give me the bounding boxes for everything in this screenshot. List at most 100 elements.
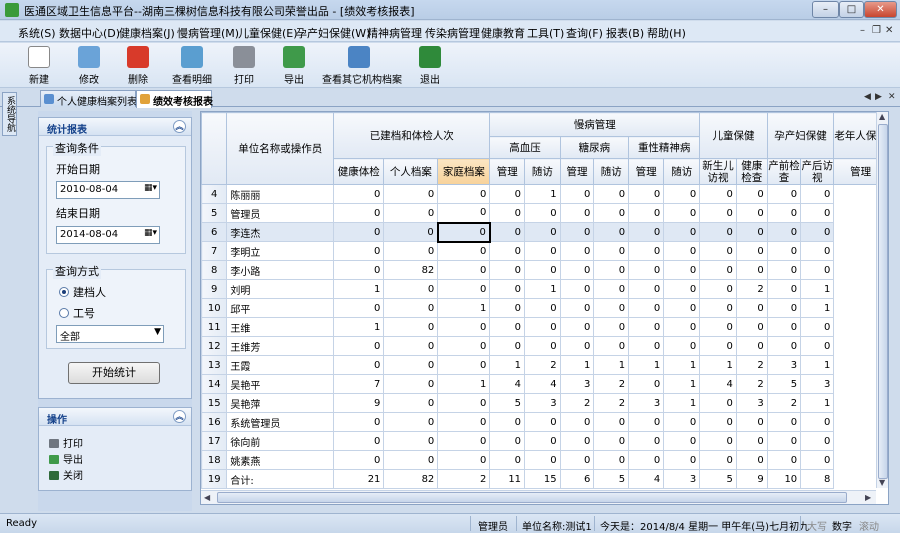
value-cell[interactable]: 0 [628,260,665,280]
header-hypertension[interactable]: 高血压 [489,136,561,159]
value-cell[interactable]: 0 [333,450,385,470]
op-print[interactable]: 打印 [49,435,83,450]
menu-health-records[interactable]: 健康档案(J) [119,25,175,41]
value-cell[interactable]: 0 [383,336,439,356]
header-child-health-check[interactable]: 健康检查 [735,158,768,185]
menu-mental-illness[interactable]: 精神病管理 [367,25,422,41]
table-row[interactable]: 7 李明立 0 0 0 0 0 0 0 0 0 0 0 0 0 [201,241,888,261]
operator-name-cell[interactable]: 吴艳平 [226,374,335,394]
value-cell[interactable]: 0 [800,222,835,242]
value-cell[interactable]: 0 [383,412,439,432]
table-row[interactable]: 4 陈丽丽 0 0 0 0 1 0 0 0 0 0 0 0 0 [201,184,888,204]
delete-button[interactable]: 删除 [125,46,151,86]
value-cell[interactable]: 0 [800,317,835,337]
value-cell[interactable]: 0 [593,317,630,337]
value-cell[interactable]: 0 [593,336,630,356]
value-cell[interactable]: 0 [437,203,491,223]
value-cell[interactable]: 0 [437,336,491,356]
value-cell[interactable]: 0 [383,355,439,375]
scroll-up-icon[interactable]: ▲ [879,112,885,121]
value-cell[interactable]: 0 [628,450,665,470]
value-cell[interactable]: 2 [735,355,768,375]
value-cell[interactable]: 0 [524,450,561,470]
value-cell[interactable]: 0 [699,260,737,280]
value-cell[interactable]: 0 [663,203,701,223]
table-row[interactable]: 9 刘明 1 0 0 0 1 0 0 0 0 0 2 0 1 [201,279,888,299]
value-cell[interactable]: 1 [663,355,701,375]
minimize-button[interactable]: – [812,1,839,18]
value-cell[interactable]: 0 [628,298,665,318]
table-row[interactable]: 14 吴艳平 7 0 1 4 4 3 2 0 1 4 2 5 3 [201,374,888,394]
value-cell[interactable]: 0 [436,221,491,243]
value-cell[interactable]: 0 [628,222,665,242]
value-cell[interactable]: 0 [663,336,701,356]
value-cell[interactable]: 0 [524,431,561,451]
value-cell[interactable]: 0 [766,298,802,318]
end-date-picker[interactable]: 2014-08-04 ▦▾ [56,226,160,244]
value-cell[interactable]: 0 [524,260,561,280]
value-cell[interactable]: 0 [383,222,439,242]
value-cell[interactable]: 0 [663,184,701,204]
value-cell[interactable]: 0 [593,222,630,242]
menu-data-center[interactable]: 数据中心(D) [59,25,120,41]
menu-query[interactable]: 查询(F) [566,25,603,41]
header-psy-management[interactable]: 管理 [628,158,665,185]
value-cell[interactable]: 4 [628,469,665,489]
value-cell[interactable]: 0 [663,279,701,299]
value-cell[interactable]: 3 [663,469,701,489]
value-cell[interactable]: 0 [524,241,561,261]
value-cell[interactable]: 0 [800,431,835,451]
value-cell[interactable]: 0 [333,203,385,223]
header-dm-followup[interactable]: 随访 [593,158,630,185]
value-cell[interactable]: 0 [333,260,385,280]
row-number[interactable]: 10 [201,298,228,318]
table-row[interactable]: 15 吴艳萍 9 0 0 5 3 2 2 3 1 0 3 2 1 [201,393,888,413]
operator-name-cell[interactable]: 王维芳 [226,336,335,356]
radio-staff-number[interactable]: 工号 [59,305,95,321]
value-cell[interactable]: 0 [437,412,491,432]
value-cell[interactable]: 0 [559,336,595,356]
value-cell[interactable]: 0 [559,222,595,242]
value-cell[interactable]: 0 [593,412,630,432]
value-cell[interactable]: 0 [559,431,595,451]
value-cell[interactable]: 0 [559,279,595,299]
value-cell[interactable]: 0 [383,450,439,470]
value-cell[interactable]: 11 [489,469,526,489]
menu-health-education[interactable]: 健康教育 [481,25,525,41]
edit-button[interactable]: 修改 [76,46,102,86]
collapse-icon[interactable]: ︽ [173,120,186,133]
header-personal-records[interactable]: 个人档案 [383,158,439,185]
value-cell[interactable]: 0 [489,431,526,451]
value-cell[interactable]: 0 [663,431,701,451]
value-cell[interactable]: 0 [735,317,768,337]
value-cell[interactable]: 0 [766,317,802,337]
value-cell[interactable]: 0 [628,203,665,223]
menu-chronic-disease[interactable]: 慢病管理(M) [177,25,239,41]
value-cell[interactable]: 0 [333,241,385,261]
value-cell[interactable]: 0 [489,336,526,356]
value-cell[interactable]: 0 [333,412,385,432]
operator-name-cell[interactable]: 吴艳萍 [226,393,335,413]
value-cell[interactable]: 0 [766,260,802,280]
value-cell[interactable]: 1 [437,374,491,394]
mdi-restore-button[interactable]: ❐ [872,25,881,36]
value-cell[interactable]: 0 [735,241,768,261]
value-cell[interactable]: 5 [766,374,802,394]
value-cell[interactable]: 2 [735,374,768,394]
value-cell[interactable]: 0 [437,279,491,299]
row-number[interactable]: 18 [201,450,228,470]
header-prenatal-check[interactable]: 产前检查 [766,158,802,185]
value-cell[interactable]: 82 [383,469,439,489]
value-cell[interactable]: 9 [735,469,768,489]
row-number[interactable]: 15 [201,393,228,413]
value-cell[interactable]: 0 [333,184,385,204]
value-cell[interactable]: 0 [699,317,737,337]
table-row[interactable]: 11 王维 1 0 0 0 0 0 0 0 0 0 0 0 0 [201,317,888,337]
operator-name-cell[interactable]: 管理员 [226,203,335,223]
value-cell[interactable]: 5 [699,469,737,489]
value-cell[interactable]: 21 [333,469,385,489]
value-cell[interactable]: 0 [628,431,665,451]
value-cell[interactable]: 0 [663,317,701,337]
value-cell[interactable]: 2 [593,374,630,394]
header-severe-mental-illness[interactable]: 重性精神病 [628,136,701,159]
